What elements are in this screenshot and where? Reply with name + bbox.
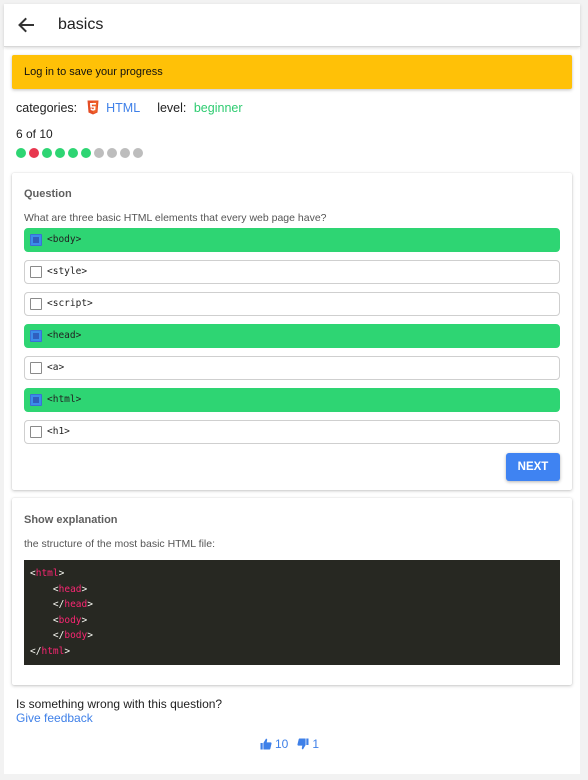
code-tag: head — [64, 599, 88, 611]
code-line: <head> — [24, 582, 560, 598]
checkbox-checked[interactable] — [30, 234, 42, 246]
progress-dot-pending — [120, 148, 130, 158]
question-card: Question What are three basic HTML eleme… — [12, 173, 572, 490]
code-line: </head> — [24, 597, 560, 613]
upvote-button[interactable]: 10 — [260, 737, 288, 751]
categories-label: categories: — [16, 101, 78, 115]
code-line: <body> — [24, 613, 560, 629]
answer-option[interactable]: <h1> — [24, 420, 560, 444]
answer-option-label: <a> — [47, 362, 65, 373]
show-explanation-toggle[interactable]: Show explanation — [24, 514, 118, 526]
code-line: </html> — [24, 644, 560, 660]
code-block: <html> <head> </head> <body> </body> </ht… — [24, 560, 560, 665]
downvote-count: 1 — [312, 737, 320, 751]
code-tag: body — [58, 614, 82, 626]
progress-dot-correct — [55, 148, 65, 158]
code-line: <html> — [24, 566, 560, 582]
answer-option[interactable]: <html> — [24, 388, 560, 412]
code-close: > — [81, 583, 88, 595]
progress-dot-correct — [81, 148, 91, 158]
progress-dot-wrong — [29, 148, 39, 158]
checkbox-checked[interactable] — [30, 394, 42, 406]
give-feedback-link[interactable]: Give feedback — [16, 711, 93, 725]
answer-option-label: <script> — [47, 298, 93, 309]
checkbox-checked[interactable] — [30, 330, 42, 342]
code-close: > — [81, 614, 88, 626]
answer-option[interactable]: <head> — [24, 324, 560, 348]
arrow-left-icon — [18, 17, 34, 33]
page-title: basics — [58, 16, 104, 33]
answer-option[interactable]: <a> — [24, 356, 560, 380]
answer-option-label: <head> — [47, 330, 82, 341]
answer-option-label: <h1> — [47, 426, 70, 437]
code-tag: html — [35, 568, 59, 579]
thumb-down-icon — [297, 738, 309, 750]
report-question-text: Is something wrong with this question? — [16, 697, 223, 711]
code-line: </body> — [24, 628, 560, 644]
checkbox[interactable] — [30, 362, 42, 374]
code-tag: head — [58, 583, 82, 595]
progress-dot-pending — [133, 148, 143, 158]
code-close: > — [64, 645, 71, 657]
login-banner[interactable]: Log in to save your progress — [12, 55, 572, 89]
html5-icon — [87, 100, 99, 118]
explanation-text: the structure of the most basic HTML fil… — [24, 538, 216, 550]
answer-option[interactable]: <style> — [24, 260, 560, 284]
login-banner-text: Log in to save your progress — [24, 66, 163, 78]
page: basics Log in to save your progress cate… — [4, 4, 580, 774]
code-tag: html — [41, 645, 65, 657]
downvote-button[interactable]: 1 — [297, 737, 319, 751]
answer-option-label: <body> — [47, 234, 82, 245]
answer-option[interactable]: <body> — [24, 228, 560, 252]
code-tag: body — [64, 630, 88, 642]
checkbox[interactable] — [30, 298, 42, 310]
answer-option[interactable]: <script> — [24, 292, 560, 316]
back-button[interactable] — [16, 15, 36, 35]
code-close: > — [87, 630, 93, 642]
progress-dot-correct — [42, 148, 52, 158]
progress-dot-correct — [68, 148, 78, 158]
progress-dot-pending — [94, 148, 104, 158]
app-bar: basics — [4, 4, 580, 47]
vote-bar: 10 1 — [260, 737, 319, 751]
progress-dot-pending — [107, 148, 117, 158]
next-button[interactable]: NEXT — [506, 453, 560, 481]
progress-counter: 6 of 10 — [16, 127, 53, 141]
answer-option-label: <style> — [47, 266, 88, 277]
thumb-up-icon — [260, 738, 272, 750]
level-label: level: — [157, 101, 187, 115]
answer-option-label: <html> — [47, 394, 82, 405]
checkbox[interactable] — [30, 266, 42, 278]
upvote-count: 10 — [275, 737, 289, 751]
question-text: What are three basic HTML elements that … — [24, 212, 327, 224]
level-value: beginner — [193, 101, 243, 115]
code-close: > — [87, 599, 93, 611]
code-close: > — [58, 568, 65, 579]
progress-dots — [16, 148, 143, 158]
question-heading: Question — [24, 188, 72, 200]
category-link[interactable]: HTML — [106, 101, 140, 115]
explanation-card: Show explanation the structure of the mo… — [12, 498, 572, 685]
progress-dot-correct — [16, 148, 26, 158]
checkbox[interactable] — [30, 426, 42, 438]
question-meta: categories: HTML level: beginner — [16, 100, 243, 118]
